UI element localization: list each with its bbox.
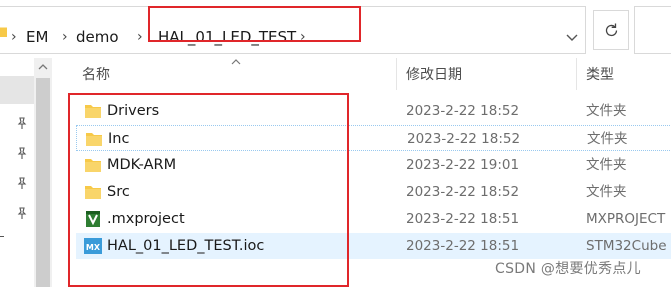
file-row-mdk-arm[interactable]: MDK-ARM 2023-2-22 19:01 文件夹 — [76, 152, 671, 178]
file-modified: 2023-2-22 18:51 — [406, 211, 520, 227]
nav-selected-item[interactable] — [0, 76, 34, 104]
folder-icon — [0, 27, 7, 37]
file-row-src[interactable]: Src 2023-2-22 18:52 文件夹 — [76, 179, 671, 205]
scroll-up-icon[interactable] — [34, 58, 52, 76]
file-row-inc[interactable]: Inc 2023-2-22 18:52 文件夹 — [76, 125, 671, 151]
watermark: CSDN @想要优秀点儿 — [495, 261, 641, 277]
file-modified: 2023-2-22 18:51 — [406, 238, 520, 254]
address-bar: › EM › demo › HAL_01_LED_TEST › — [0, 0, 671, 58]
pin-icon — [17, 177, 27, 189]
folder-icon — [85, 159, 101, 172]
file-modified: 2023-2-22 19:01 — [406, 157, 520, 173]
scrollbar-thumb[interactable] — [36, 78, 50, 287]
breadcrumb-demo[interactable]: demo — [76, 27, 119, 47]
navigation-pane — [0, 58, 34, 287]
sort-ascending-icon — [231, 59, 241, 65]
file-modified: 2023-2-22 18:52 — [406, 184, 520, 200]
file-type: 文件夹 — [586, 184, 627, 200]
file-row-drivers[interactable]: Drivers 2023-2-22 18:52 文件夹 — [76, 98, 671, 124]
search-box[interactable] — [634, 6, 671, 54]
refresh-button[interactable] — [593, 10, 629, 50]
file-type: 文件夹 — [586, 103, 627, 119]
svg-text:MX: MX — [86, 243, 101, 252]
file-name: MDK-ARM — [107, 157, 177, 173]
pin-icon — [17, 117, 27, 129]
file-modified: 2023-2-22 18:52 — [407, 131, 521, 147]
column-header-name[interactable]: 名称 — [82, 65, 110, 85]
file-name: Inc — [108, 131, 130, 147]
file-name: HAL_01_LED_TEST.ioc — [107, 238, 265, 254]
refresh-icon — [605, 23, 618, 37]
column-divider[interactable] — [576, 58, 577, 90]
file-type: 文件夹 — [586, 157, 627, 173]
folder-icon — [85, 105, 101, 118]
tree-line — [0, 236, 4, 237]
file-type: STM32Cube — [586, 238, 667, 254]
file-modified: 2023-2-22 18:52 — [406, 103, 520, 119]
chevron-down-icon[interactable] — [560, 25, 584, 49]
file-list: 名称 修改日期 类型 Drivers 2023-2-22 18:52 文件夹 I… — [52, 58, 671, 287]
mxproject-file-icon — [86, 211, 100, 227]
pin-icon — [17, 147, 27, 159]
pin-icon — [17, 207, 27, 219]
chevron-right-icon[interactable]: › — [62, 27, 68, 47]
folder-icon — [86, 133, 102, 146]
column-divider[interactable] — [396, 58, 397, 90]
file-name: Drivers — [107, 103, 160, 119]
folder-icon — [85, 186, 101, 199]
column-header-type[interactable]: 类型 — [586, 65, 614, 85]
breadcrumb-em[interactable]: EM — [26, 27, 48, 47]
file-row-ioc[interactable]: MX HAL_01_LED_TEST.ioc 2023-2-22 18:51 S… — [76, 233, 671, 259]
file-name: .mxproject — [107, 211, 185, 227]
file-name: Src — [107, 184, 130, 200]
column-header-modified[interactable]: 修改日期 — [406, 65, 462, 85]
stm32cubemx-ioc-icon: MX — [84, 238, 102, 254]
chevron-right-icon: › — [11, 29, 17, 45]
file-row-mxproject[interactable]: .mxproject 2023-2-22 18:51 MXPROJECT — [76, 206, 671, 232]
file-type: MXPROJECT — [586, 211, 666, 227]
red-annotation-box — [148, 6, 361, 42]
chevron-right-icon[interactable]: › — [137, 27, 143, 47]
file-type: 文件夹 — [587, 131, 628, 147]
